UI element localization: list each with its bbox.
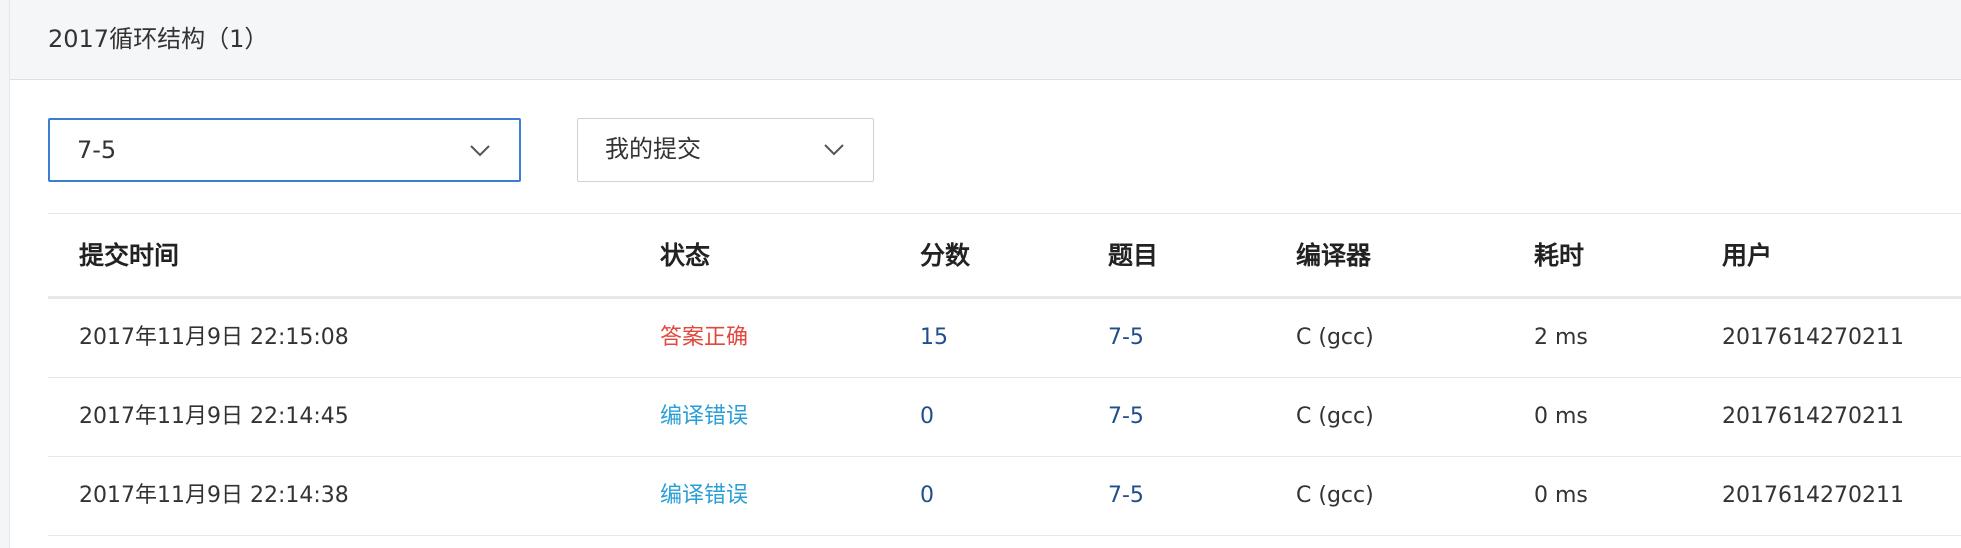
chevron-down-icon [824,144,844,156]
problem-link[interactable]: 7-5 [1108,299,1144,377]
page-title: 2017循环结构（1） [48,25,269,53]
column-header-problem: 题目 [1108,241,1159,270]
submit-time: 2017年11月9日 22:14:45 [79,404,349,429]
submissions-panel: 2017循环结构（1） 7-5 我的提交 提交时间 状态 分数 题目 编译器 耗… [9,0,1961,548]
status-link[interactable]: 编译错误 [660,378,748,456]
problem-link[interactable]: 7-5 [1108,457,1144,535]
column-header-duration: 耗时 [1534,241,1585,270]
table-row: 2017年11月9日 22:14:45 编译错误 0 7-5 C (gcc) 0… [48,378,1961,457]
submissions-table: 提交时间 状态 分数 题目 编译器 耗时 用户 2017年11月9日 22:15… [48,213,1961,536]
column-header-user: 用户 [1722,241,1773,270]
panel-header: 2017循环结构（1） [10,0,1961,80]
column-header-status: 状态 [660,241,711,270]
chevron-down-icon [470,145,490,157]
user-id: 2017614270211 [1722,325,1904,350]
score-link[interactable]: 0 [920,378,934,456]
compiler: C (gcc) [1296,404,1374,429]
table-row: 2017年11月9日 22:14:38 编译错误 0 7-5 C (gcc) 0… [48,457,1961,536]
problem-link[interactable]: 7-5 [1108,378,1144,456]
status-link[interactable]: 答案正确 [660,299,748,377]
column-header-compiler: 编译器 [1296,241,1372,270]
user-id: 2017614270211 [1722,404,1904,429]
table-row: 2017年11月9日 22:15:08 答案正确 15 7-5 C (gcc) … [48,299,1961,378]
status-link[interactable]: 编译错误 [660,457,748,535]
score-link[interactable]: 15 [920,299,948,377]
problem-select[interactable]: 7-5 [48,118,521,182]
score-link[interactable]: 0 [920,457,934,535]
submit-time: 2017年11月9日 22:14:38 [79,483,349,508]
duration: 0 ms [1534,404,1588,429]
column-header-time: 提交时间 [79,241,180,270]
duration: 2 ms [1534,325,1588,350]
compiler: C (gcc) [1296,483,1374,508]
duration: 0 ms [1534,483,1588,508]
problem-select-value: 7-5 [77,136,117,164]
table-header: 提交时间 状态 分数 题目 编译器 耗时 用户 [48,213,1961,299]
scope-select-value: 我的提交 [605,135,701,163]
compiler: C (gcc) [1296,325,1374,350]
submit-time: 2017年11月9日 22:15:08 [79,325,349,350]
user-id: 2017614270211 [1722,483,1904,508]
column-header-score: 分数 [920,241,971,270]
scope-select[interactable]: 我的提交 [577,118,874,182]
